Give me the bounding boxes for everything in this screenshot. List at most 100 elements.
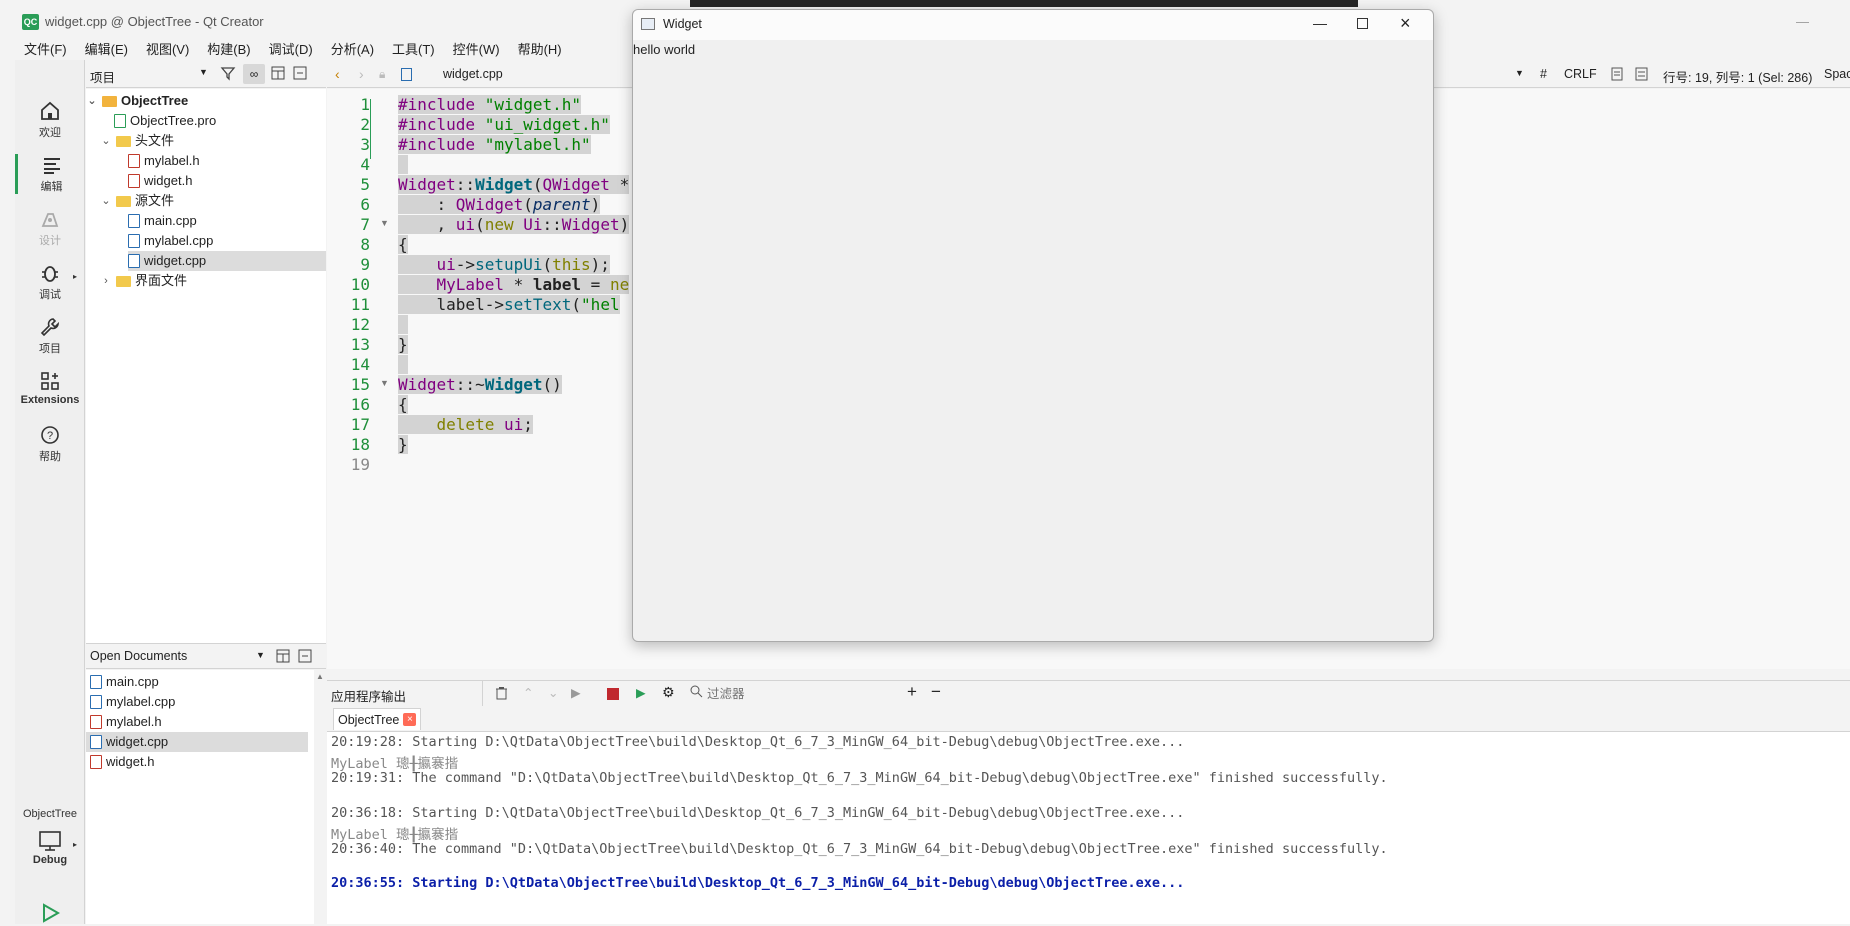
chevron-down-icon[interactable]: ▼ <box>256 650 265 660</box>
tree-item-file-selected[interactable]: widget.cpp <box>128 251 326 271</box>
tree-item-file[interactable]: main.cpp <box>128 211 197 231</box>
minimize-icon[interactable]: — <box>1313 15 1327 31</box>
tree-item-label: mylabel.h <box>144 153 200 168</box>
cpp-file-icon <box>128 234 140 248</box>
prev-icon[interactable]: ⌃ <box>523 685 533 700</box>
close-panel-icon[interactable] <box>293 66 307 83</box>
menu-view[interactable]: 视图(V) <box>137 40 198 60</box>
mode-extensions[interactable]: Extensions <box>15 370 85 406</box>
scrollbar[interactable]: ▲ <box>314 670 326 924</box>
stop-icon[interactable] <box>607 688 619 700</box>
widget-window-title-bar[interactable]: Widget — × <box>633 10 1433 40</box>
monitor-icon <box>39 831 61 851</box>
clear-icon[interactable] <box>495 686 508 703</box>
tree-item-label: 源文件 <box>135 193 175 208</box>
filter-icon[interactable] <box>220 65 236 84</box>
divider <box>482 681 483 707</box>
tree-item-label: 头文件 <box>135 133 175 148</box>
line-number: 9 <box>360 255 370 274</box>
menu-tools[interactable]: 工具(T) <box>383 40 444 60</box>
open-documents-list: main.cpp mylabel.cpp mylabel.h widget.cp… <box>86 670 326 924</box>
cpp-file-icon <box>128 214 140 228</box>
mode-edit[interactable]: 编辑 <box>15 154 85 194</box>
hash-button[interactable]: # <box>1540 67 1547 81</box>
open-doc-item[interactable]: mylabel.h <box>90 712 162 732</box>
menu-build[interactable]: 构建(B) <box>198 40 259 60</box>
tree-item-sources-folder[interactable]: ⌄ 源文件 <box>100 191 174 211</box>
chevron-down-icon[interactable]: ⌄ <box>86 91 98 111</box>
cursor-position[interactable]: 行号: 19, 列号: 1 (Sel: 286) <box>1663 67 1812 86</box>
open-doc-item[interactable]: main.cpp <box>90 672 159 692</box>
mode-debug[interactable]: 调试 ▸ <box>15 262 85 302</box>
lock-icon[interactable]: 🔒︎ <box>379 67 385 82</box>
tree-item-project[interactable]: ⌄ ObjectTree <box>86 91 326 111</box>
settings-icon[interactable]: ⚙ <box>662 684 675 701</box>
menu-edit[interactable]: 编辑(E) <box>76 40 137 60</box>
fold-arrow-icon[interactable]: ▼ <box>380 218 389 228</box>
code-line: Widget::Widget(QWidget * <box>398 175 630 194</box>
tree-item-label: widget.cpp <box>144 253 207 268</box>
mode-design[interactable]: 设计 <box>15 208 85 248</box>
code-line <box>398 355 408 375</box>
tree-item-pro-file[interactable]: ObjectTree.pro <box>114 111 216 131</box>
current-file-name[interactable]: widget.cpp <box>443 67 503 81</box>
output-text-area[interactable]: 20:19:28: Starting D:\QtData\ObjectTree\… <box>327 732 1850 924</box>
mode-welcome[interactable]: 欢迎 <box>15 100 85 140</box>
mode-help[interactable]: ? 帮助 <box>15 424 85 464</box>
line-number: 7 <box>360 215 370 234</box>
symbol-dropdown-icon[interactable]: ▼ <box>1515 68 1524 78</box>
scroll-up-icon[interactable]: ▲ <box>316 672 324 681</box>
running-widget-window[interactable]: Widget — × hello world <box>632 9 1434 642</box>
split-icon[interactable] <box>271 66 285 83</box>
open-doc-item-selected[interactable]: widget.cpp <box>86 732 308 752</box>
outline-icon[interactable] <box>1635 67 1648 84</box>
output-tab[interactable]: ObjectTree × <box>333 708 422 730</box>
link-editor-icon[interactable]: ∞ <box>243 64 265 84</box>
tree-item-forms-folder[interactable]: › 界面文件 <box>100 271 187 291</box>
forward-icon[interactable]: › <box>359 66 364 82</box>
debug-run-icon[interactable]: ▶ <box>636 685 646 700</box>
project-panel-header: 项目 ▼ ∞ <box>86 62 326 88</box>
menu-analyze[interactable]: 分析(A) <box>322 40 383 60</box>
tree-item-file[interactable]: mylabel.cpp <box>128 231 213 251</box>
indent-setting[interactable]: Spac <box>1824 67 1850 81</box>
run-button[interactable] <box>15 902 85 926</box>
menu-help[interactable]: 帮助(H) <box>509 40 571 60</box>
split-icon[interactable] <box>276 649 290 666</box>
menu-file[interactable]: 文件(F) <box>15 40 76 60</box>
add-icon[interactable]: + <box>907 682 917 702</box>
remove-icon[interactable]: − <box>931 682 941 702</box>
line-ending-selector[interactable]: CRLF <box>1564 67 1597 81</box>
chevron-down-icon[interactable]: ▼ <box>199 67 208 77</box>
file-settings-icon[interactable] <box>1611 67 1624 84</box>
close-panel-icon[interactable] <box>298 649 312 666</box>
play-icon[interactable]: ▶ <box>571 685 581 700</box>
chevron-down-icon[interactable]: ⌄ <box>100 191 112 211</box>
maximize-icon[interactable] <box>1357 18 1368 29</box>
fold-arrow-icon[interactable]: ▼ <box>380 378 389 388</box>
close-icon[interactable]: × <box>1400 13 1411 34</box>
back-icon[interactable]: ‹ <box>335 66 340 82</box>
menu-controls[interactable]: 控件(W) <box>444 40 509 60</box>
chevron-down-icon[interactable]: ⌄ <box>100 131 112 151</box>
project-view-selector[interactable]: 项目 <box>90 67 115 86</box>
close-tab-icon[interactable]: × <box>403 713 417 726</box>
open-documents-title[interactable]: Open Documents <box>90 649 187 663</box>
open-doc-item[interactable]: widget.h <box>90 752 154 772</box>
mode-projects[interactable]: 项目 <box>15 316 85 356</box>
tree-item-headers-folder[interactable]: ⌄ 头文件 <box>100 131 174 151</box>
kit-project-name[interactable]: ObjectTree <box>15 808 85 820</box>
filter-input[interactable] <box>707 684 877 704</box>
tree-item-label: main.cpp <box>144 213 197 228</box>
tree-item-file[interactable]: widget.h <box>128 171 192 191</box>
kit-selector[interactable]: Debug ▸ <box>15 830 85 866</box>
output-tab-label: ObjectTree <box>338 712 400 727</box>
line-number: 13 <box>350 335 370 354</box>
menu-debug[interactable]: 调试(D) <box>260 40 322 60</box>
tree-item-file[interactable]: mylabel.h <box>128 151 200 171</box>
code-line: { <box>398 395 408 414</box>
next-icon[interactable]: ⌄ <box>548 685 558 700</box>
minimize-main-icon[interactable]: — <box>1796 14 1809 29</box>
open-doc-item[interactable]: mylabel.cpp <box>90 692 175 712</box>
chevron-right-icon[interactable]: › <box>100 271 112 291</box>
